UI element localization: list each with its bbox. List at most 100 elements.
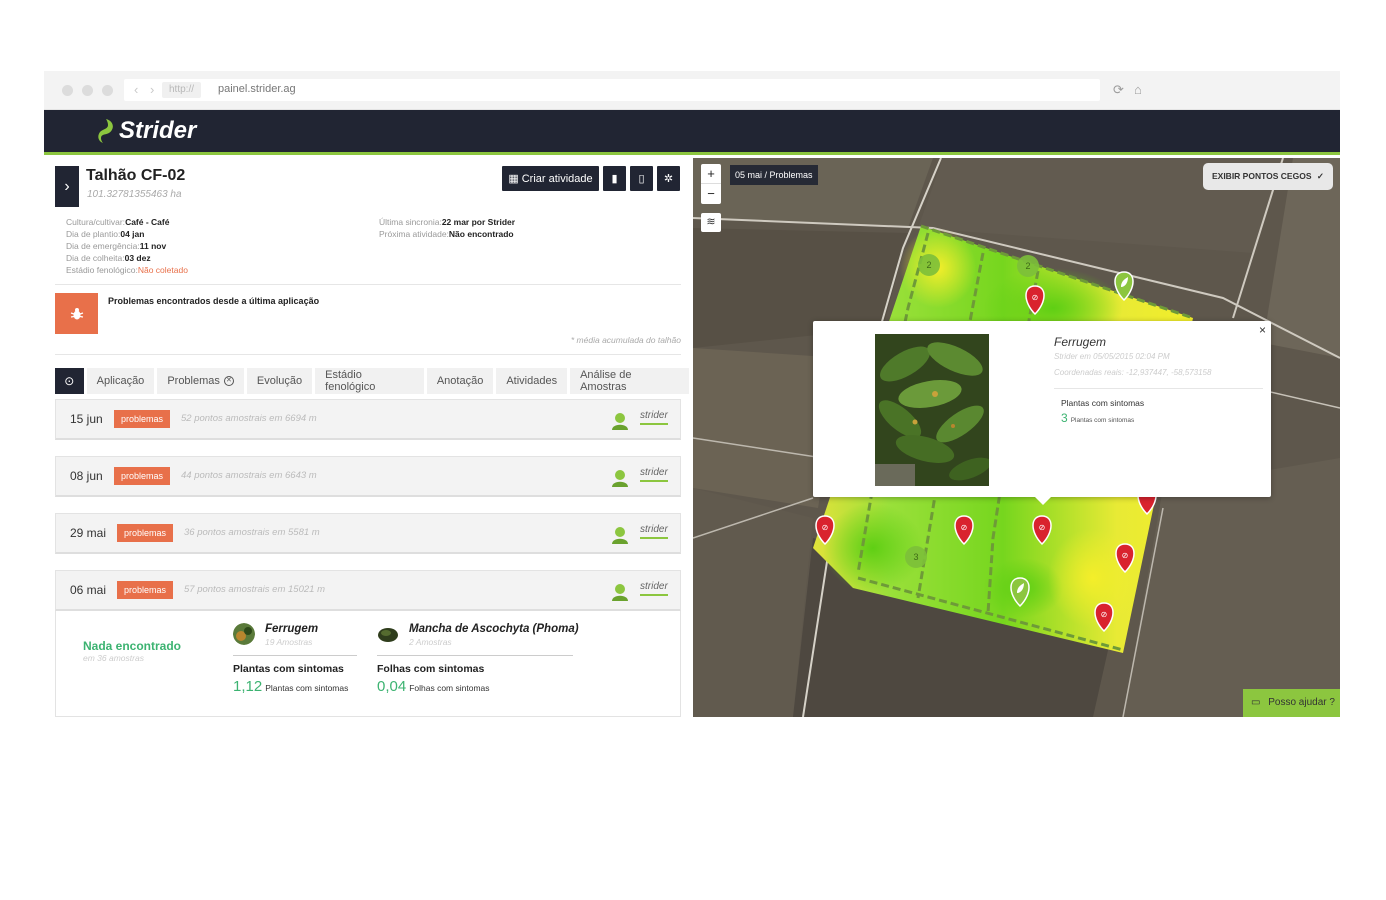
field-map[interactable]: 2 2 3 ⊘ ⊘ ⊘ ⊘ ⊘ ⊘ + − ≋ 05 mai / Problem… <box>693 158 1340 717</box>
popup-metric: Plantas com sintomas <box>1061 398 1145 408</box>
info-phenological-stage: Estádio fenológico:Não coletado <box>66 265 188 275</box>
window-close-dot[interactable] <box>62 85 73 96</box>
problem-sample-count: 2 Amostras <box>409 637 452 647</box>
reload-icon[interactable]: ⟳ <box>1113 82 1124 98</box>
home-icon[interactable]: ⌂ <box>1134 82 1142 97</box>
problems-badge: problemas <box>117 581 174 599</box>
settings-button[interactable]: ✲ <box>657 166 680 191</box>
address-bar[interactable]: ‹ › http:// painel.strider.ag <box>124 79 1100 101</box>
record-row-expanded[interactable]: 06 mai problemas 57 pontos amostrais em … <box>55 570 681 611</box>
record-date: 29 mai <box>70 526 107 540</box>
problems-badge: problemas <box>117 524 174 542</box>
book-button[interactable]: ▮ <box>603 166 626 191</box>
zoom-out-button[interactable]: − <box>701 184 721 204</box>
popup-author: Strider em 05/05/2015 02:04 PM <box>1054 352 1170 361</box>
record-row[interactable]: 08 jun problemas 44 pontos amostrais em … <box>55 456 681 497</box>
field-title: Talhão CF-02 <box>86 167 186 184</box>
problem-name: Mancha de Ascochyta (Phoma) <box>409 623 579 635</box>
zoom-control: + − <box>701 164 721 204</box>
window-minimize-dot[interactable] <box>82 85 93 96</box>
user-avatar-icon <box>612 413 628 430</box>
back-forward-icon[interactable]: ‹ › <box>134 82 158 97</box>
svg-text:⊘: ⊘ <box>1101 610 1108 619</box>
phoma-thumbnail-icon <box>377 623 399 645</box>
record-user[interactable]: strider <box>640 467 668 482</box>
tab-activities[interactable]: Atividades <box>496 368 568 394</box>
stat-divider <box>233 655 357 656</box>
record-user[interactable]: strider <box>640 410 668 425</box>
export-pdf-button[interactable]: ▯ <box>630 166 653 191</box>
info-harvest-day: Dia de colheita:03 dez <box>66 253 151 263</box>
popup-title: Ferrugem <box>1054 335 1107 349</box>
tab-bar: ⊙ Aplicação Problemas ✕ Evolução Estádio … <box>55 368 692 394</box>
record-description: 52 pontos amostrais em 6694 m <box>181 413 317 424</box>
create-activity-button[interactable]: ▦ Criar atividade <box>502 166 599 191</box>
check-icon: ✓ <box>1316 171 1324 181</box>
create-activity-label: Criar atividade <box>521 172 593 185</box>
info-planting-day: Dia de plantio:04 jan <box>66 229 145 239</box>
layers-button[interactable]: ≋ <box>701 213 721 232</box>
problem-value: 1,12 Plantas com sintomas <box>233 678 349 695</box>
layers-icon: ≋ <box>706 216 716 228</box>
problem-value: 0,04 Folhas com sintomas <box>377 678 490 695</box>
record-user[interactable]: strider <box>640 581 668 596</box>
chat-icon: ▭ <box>1251 697 1261 708</box>
close-circle-icon[interactable]: ✕ <box>223 376 234 386</box>
book-icon: ▮ <box>611 173 618 185</box>
brand-logo[interactable]: Strider <box>96 117 196 145</box>
map-breadcrumb: 05 mai / Problemas <box>730 165 818 185</box>
tab-problems-label: Problemas <box>167 375 220 387</box>
close-icon[interactable]: × <box>1259 323 1266 337</box>
field-panel: › Talhão CF-02 101.32781355463 ha ▦ Cria… <box>44 158 692 717</box>
info-crop: Cultura/cultivar:Café - Café <box>66 217 170 227</box>
divider <box>55 284 681 285</box>
svg-text:⊘: ⊘ <box>1122 551 1129 560</box>
record-row[interactable]: 29 mai problemas 36 pontos amostrais em … <box>55 513 681 554</box>
url-text: painel.strider.ag <box>218 83 296 95</box>
problems-alert-text: Problemas encontrados desde a última apl… <box>108 296 320 306</box>
nothing-found-label: Nada encontrado <box>83 639 182 653</box>
collapse-panel-button[interactable]: › <box>55 166 79 207</box>
problem-sample-count: 19 Amostras <box>265 637 313 647</box>
popup-value: 3 Plantas com sintomas <box>1061 411 1135 425</box>
popup-divider <box>1054 388 1263 389</box>
problem-metric: Folhas com sintomas <box>377 663 485 675</box>
show-blind-spots-button[interactable]: EXIBIR PONTOS CEGOS ✓ <box>1202 163 1333 190</box>
record-date: 08 jun <box>70 469 103 483</box>
brand-name: Strider <box>119 117 197 144</box>
divider <box>55 354 681 355</box>
cluster-count: 3 <box>913 552 918 562</box>
tab-problems[interactable]: Problemas ✕ <box>157 368 244 394</box>
help-label: Posso ajudar ? <box>1268 697 1335 708</box>
chevron-right-icon: › <box>64 177 70 195</box>
user-avatar-icon <box>612 527 628 544</box>
record-description: 57 pontos amostrais em 15021 m <box>184 584 325 595</box>
problems-badge: problemas <box>114 410 171 428</box>
svg-text:⊘: ⊘ <box>1039 523 1046 532</box>
pdf-file-icon: ▯ <box>638 173 645 185</box>
tab-evolution[interactable]: Evolução <box>246 368 313 394</box>
tab-application[interactable]: Aplicação <box>86 368 155 394</box>
record-row[interactable]: 15 jun problemas 52 pontos amostrais em … <box>55 399 681 440</box>
problems-badge: problemas <box>114 467 171 485</box>
browser-toolbar: ‹ › http:// painel.strider.ag ⟳ ⌂ <box>44 71 1340 110</box>
record-date: 15 jun <box>70 412 103 426</box>
bug-alert-icon <box>55 293 98 334</box>
tab-notes[interactable]: Anotação <box>426 368 494 394</box>
tab-overview[interactable]: ⊙ <box>55 368 84 394</box>
leaf-photo[interactable] <box>875 334 989 486</box>
tab-phenological-stage[interactable]: Estádio fenológico <box>315 368 424 394</box>
user-avatar-icon <box>612 584 628 601</box>
tab-sample-analysis[interactable]: Análise de Amostras <box>570 368 690 394</box>
popup-coordinates: Coordenadas reais: -12,937447, -58,57315… <box>1054 368 1212 377</box>
window-maximize-dot[interactable] <box>102 85 113 96</box>
record-date: 06 mai <box>70 583 107 597</box>
svg-text:⊘: ⊘ <box>961 523 968 532</box>
field-area: 101.32781355463 ha <box>87 189 182 200</box>
stat-divider <box>377 655 573 656</box>
zoom-in-button[interactable]: + <box>701 164 721 184</box>
record-user[interactable]: strider <box>640 524 668 539</box>
calendar-icon: ▦ <box>508 173 519 185</box>
record-description: 44 pontos amostrais em 6643 m <box>181 470 317 481</box>
help-chat-button[interactable]: ▭ Posso ajudar ? <box>1243 689 1340 717</box>
